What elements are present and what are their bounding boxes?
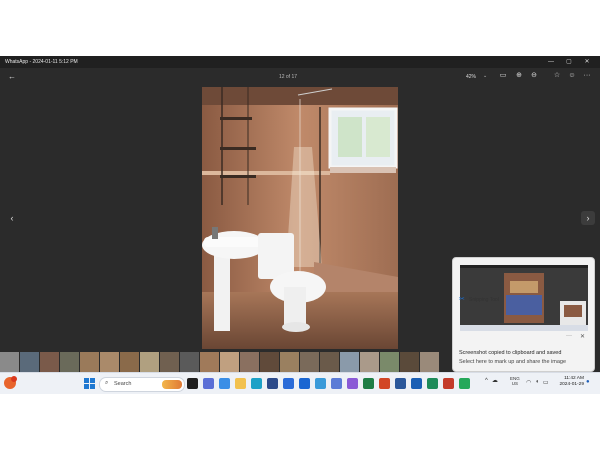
thumbnail[interactable] [200, 352, 219, 372]
thumbnail[interactable] [100, 352, 119, 372]
pinned-apps [187, 378, 470, 389]
language-indicator[interactable]: ENG US [510, 376, 520, 386]
task-view-icon[interactable] [187, 378, 198, 389]
wifi-icon: ◠ [526, 380, 532, 386]
mail-icon[interactable] [283, 378, 294, 389]
store-icon[interactable] [267, 378, 278, 389]
snipping-tool-icon: ✂ [459, 296, 465, 303]
thumbnail[interactable] [140, 352, 159, 372]
chevron-down-icon[interactable]: ⌄ [483, 73, 487, 79]
onenote-icon[interactable] [347, 378, 358, 389]
bell-icon[interactable]: ● [586, 379, 590, 385]
volume-icon: ◖ [535, 379, 539, 385]
thumbnail[interactable] [260, 352, 279, 372]
settings-icon[interactable] [331, 378, 342, 389]
dropbox-icon[interactable] [299, 378, 310, 389]
windows-start-icon[interactable] [84, 378, 95, 389]
bathroom-photo [202, 87, 398, 349]
thumbnail[interactable] [120, 352, 139, 372]
more-options-button[interactable]: ··· [566, 333, 572, 339]
system-tray: ^ ☁ [485, 377, 498, 385]
photo-illustration [202, 87, 398, 349]
prev-arrow-icon[interactable]: ‹ [5, 211, 19, 225]
zoom-out-icon[interactable]: ⊖ [529, 71, 539, 81]
favorite-icon[interactable]: ☆ [552, 71, 562, 81]
widgets-icon[interactable] [203, 378, 214, 389]
battery-icon: ▭ [542, 380, 549, 386]
excel-icon[interactable] [363, 378, 374, 389]
notification-app-name: Snipping Tool [469, 297, 499, 303]
more-icon[interactable]: ··· [582, 71, 592, 81]
thumbnail[interactable] [340, 352, 359, 372]
photos-app-window: WhatsApp - 2024-01-11 5:12 PM — ▢ ✕ ← 12… [0, 56, 600, 394]
window-controls: — ▢ ✕ [542, 56, 596, 68]
whatsapp-icon[interactable] [459, 378, 470, 389]
weather-badge [11, 376, 17, 382]
thumbnail[interactable] [20, 352, 39, 372]
taskbar: ⌕ Search ^ ☁ ENG US ◠ ◖ ▭ 11:42 AM 2024-… [0, 372, 600, 394]
word-icon[interactable] [395, 378, 406, 389]
thumbnail[interactable] [160, 352, 179, 372]
thumbnail[interactable] [420, 352, 439, 372]
clock-date: 2024-01-29 [559, 382, 584, 387]
thumbnail[interactable] [300, 352, 319, 372]
notification-body: Select here to mark up and share the ima… [459, 359, 567, 365]
compare-icon[interactable]: ▭ [498, 71, 508, 81]
search-input[interactable]: Search [114, 381, 131, 387]
notification-close-button[interactable]: ✕ [580, 333, 585, 340]
zoom-level[interactable]: 42% [466, 74, 476, 80]
chat-icon[interactable] [219, 378, 230, 389]
image-counter: 12 of 17 [278, 74, 298, 80]
file-explorer-icon[interactable] [235, 378, 246, 389]
acrobat-icon[interactable] [443, 378, 454, 389]
thumbnail[interactable] [220, 352, 239, 372]
maximize-button[interactable]: ▢ [560, 56, 578, 68]
cloud-icon[interactable]: ☁ [492, 377, 498, 384]
zoom-in-icon[interactable]: ⊕ [514, 71, 524, 81]
thumbnail[interactable] [320, 352, 339, 372]
edge-icon[interactable] [251, 378, 262, 389]
notification-header: ✂ Snipping Tool [459, 296, 539, 304]
thumbnail[interactable] [400, 352, 419, 372]
thumbnail[interactable] [80, 352, 99, 372]
powerpoint-icon[interactable] [379, 378, 390, 389]
close-button[interactable]: ✕ [578, 56, 596, 68]
thumbnail[interactable] [380, 352, 399, 372]
taskbar-search[interactable]: ⌕ Search [99, 377, 185, 392]
thumbnail[interactable] [240, 352, 259, 372]
tray-icons[interactable]: ◠ ◖ ▭ [526, 379, 549, 386]
window-title: WhatsApp - 2024-01-11 5:12 PM [5, 59, 78, 65]
viewer-toolbar: ← 12 of 17 42% ⌄ ▭ ⊕ ⊖ ☆ ☺ ··· [0, 68, 600, 86]
photos-icon[interactable] [315, 378, 326, 389]
outlook-icon[interactable] [411, 378, 422, 389]
thumbnail[interactable] [360, 352, 379, 372]
chevron-up-icon[interactable]: ^ [485, 378, 488, 384]
notification-title: Screenshot copied to clipboard and saved [459, 350, 562, 356]
thumbnail[interactable] [180, 352, 199, 372]
thumbnail[interactable] [280, 352, 299, 372]
filmstrip [0, 352, 452, 372]
search-icon: ⌕ [105, 380, 109, 386]
snipping-tool-notification[interactable]: ✂ Snipping Tool ··· ✕ Screenshot copied … [452, 257, 595, 372]
search-highlight-icon [162, 380, 182, 389]
clock[interactable]: 11:42 AM 2024-01-29 [556, 376, 584, 388]
region-code: US [511, 381, 519, 386]
sheets-icon[interactable] [427, 378, 438, 389]
next-arrow-icon[interactable]: › [581, 211, 595, 225]
thumbnail[interactable] [60, 352, 79, 372]
minimize-button[interactable]: — [542, 56, 560, 68]
title-bar: WhatsApp - 2024-01-11 5:12 PM — ▢ ✕ [0, 56, 600, 68]
thumbnail[interactable] [0, 352, 19, 372]
edit-icon[interactable]: ☺ [567, 71, 577, 81]
thumbnail[interactable] [40, 352, 59, 372]
